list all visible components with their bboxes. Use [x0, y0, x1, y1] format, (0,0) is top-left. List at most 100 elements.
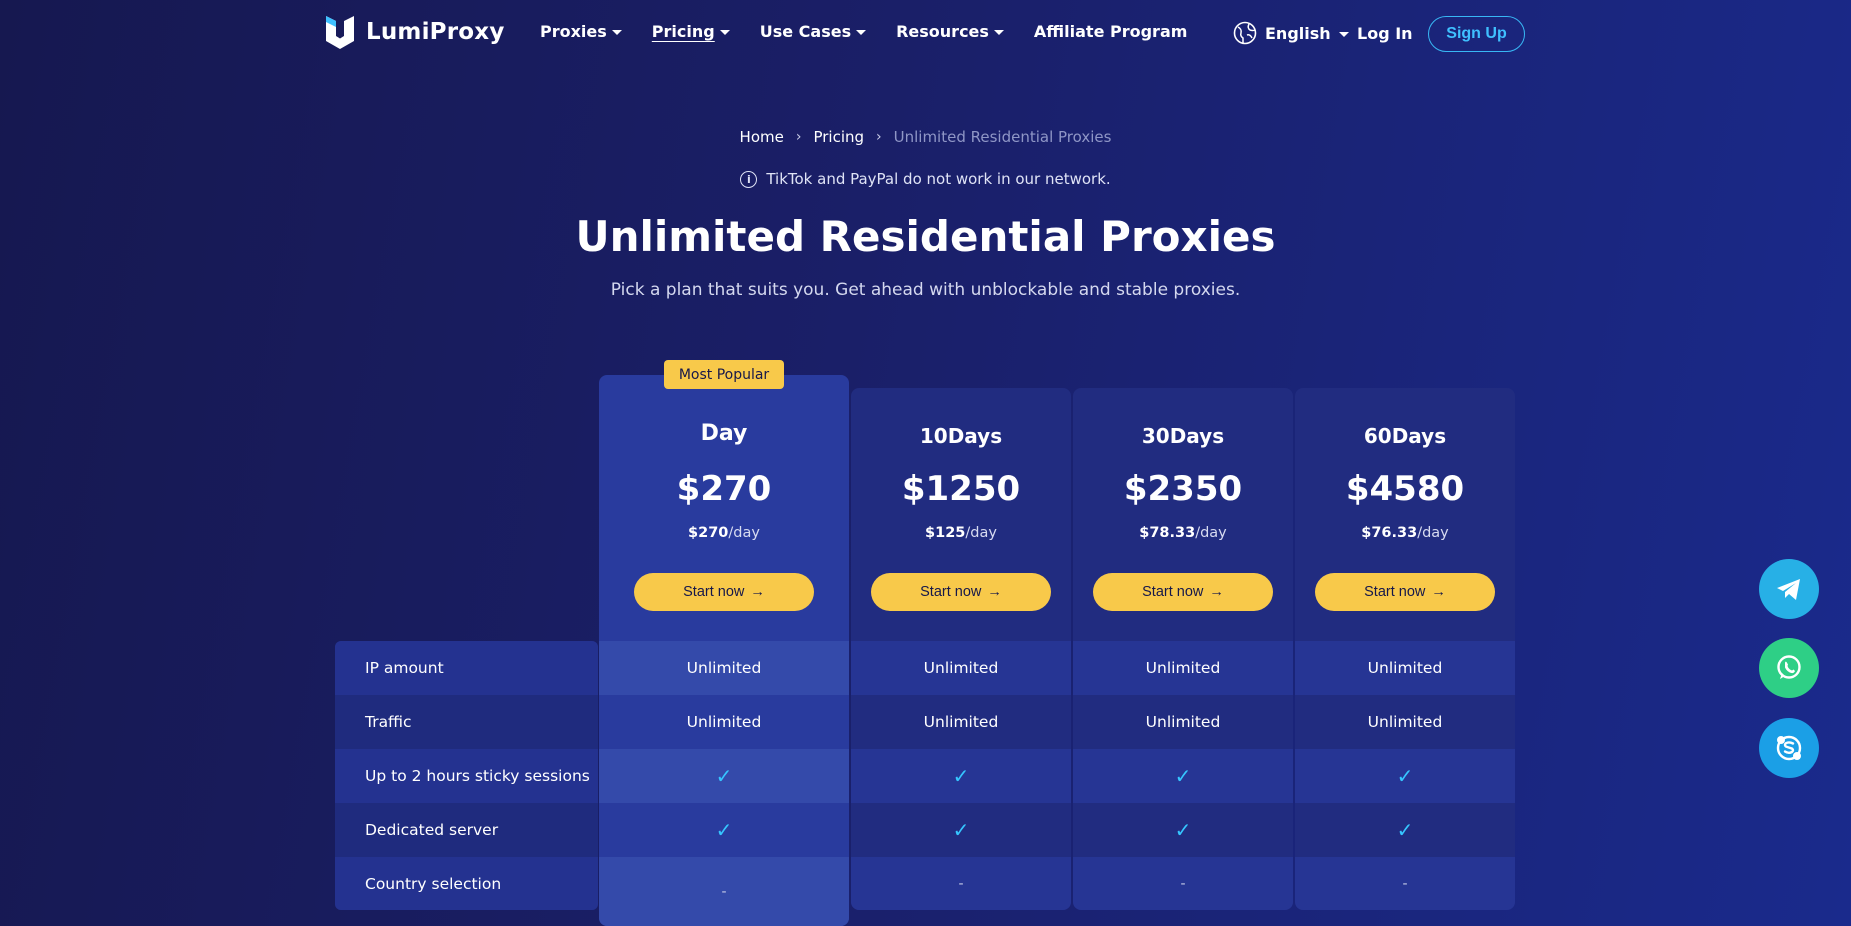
check-icon: ✓: [1174, 764, 1192, 788]
skype-icon: [1776, 735, 1802, 761]
whatsapp-button[interactable]: [1759, 638, 1819, 698]
plan-traffic: Unlimited: [686, 713, 762, 731]
nav-use-cases[interactable]: Use Cases: [759, 22, 867, 41]
info-icon: i: [740, 170, 758, 188]
feature-dedicated-server: Dedicated server: [365, 821, 499, 839]
check-icon: ✓: [715, 818, 733, 842]
plan-name: 10Days: [919, 424, 1003, 448]
check-icon: ✓: [952, 818, 970, 842]
site-header: LumiProxy Proxies Pricing Use Cases Reso…: [0, 0, 1851, 68]
plan-name: 30Days: [1141, 424, 1225, 448]
check-icon: ✓: [1396, 764, 1414, 788]
plan-dedicated-server: ✓: [1295, 803, 1515, 857]
logo-icon: [326, 16, 354, 49]
brand-logo[interactable]: LumiProxy: [324, 14, 505, 50]
plan-price: $270: [676, 469, 772, 509]
breadcrumb: Home › Pricing › Unlimited Residential P…: [0, 128, 1851, 146]
plan-daily-price: $270/day: [688, 525, 760, 541]
chevron-right-icon: ›: [876, 129, 882, 145]
nav-proxies[interactable]: Proxies: [540, 22, 622, 41]
plan-traffic: Unlimited: [1145, 713, 1221, 731]
start-now-button[interactable]: Start now →: [871, 573, 1051, 611]
plan-name: Day: [700, 421, 748, 446]
feature-list: IP amount Traffic Up to 2 hours sticky s…: [335, 641, 598, 910]
skype-button[interactable]: [1759, 718, 1819, 778]
chevron-down-icon: [1338, 31, 1349, 37]
plan-card-day: Day $270 $270/day Start now → Unlimited U…: [599, 375, 849, 926]
check-icon: ✓: [715, 764, 733, 788]
plan-country-selection: -: [1295, 857, 1515, 910]
plan-sticky-sessions: ✓: [1295, 749, 1515, 803]
feature-ip-amount: IP amount: [335, 641, 598, 695]
plan-country-selection: -: [1073, 857, 1293, 910]
plan-card-10days: 10Days $1250 $125/day Start now → Unlimit…: [851, 388, 1071, 910]
nav-resources-label: Resources: [896, 22, 989, 41]
chevron-down-icon: [611, 30, 622, 35]
plan-daily-price: $125/day: [925, 525, 997, 541]
nav-pricing[interactable]: Pricing: [652, 22, 730, 41]
plan-dedicated-server: ✓: [1073, 803, 1293, 857]
page-title: Unlimited Residential Proxies: [575, 212, 1276, 261]
brand-name: LumiProxy: [366, 19, 505, 45]
nav-affiliate-program[interactable]: Affiliate Program: [1034, 22, 1187, 41]
plan-card-30days: 30Days $2350 $78.33/day Start now → Unlim…: [1073, 388, 1293, 910]
chevron-down-icon: [856, 30, 867, 35]
plan-ip-amount: Unlimited: [851, 641, 1071, 695]
main-nav: Proxies Pricing Use Cases Resources Affi…: [540, 22, 1187, 41]
chevron-right-icon: ›: [795, 129, 802, 145]
breadcrumb-pricing[interactable]: Pricing: [813, 128, 864, 146]
plan-name: 60Days: [1363, 424, 1447, 448]
signup-button[interactable]: Sign Up: [1428, 16, 1525, 52]
arrow-right-icon: →: [987, 584, 1002, 600]
feature-traffic: Traffic: [365, 713, 412, 731]
plan-sticky-sessions: ✓: [1073, 749, 1293, 803]
plan-price: $4580: [1345, 469, 1465, 509]
start-now-button[interactable]: Start now →: [634, 573, 814, 611]
plan-country-selection: -: [851, 857, 1071, 910]
whatsapp-icon: [1777, 655, 1801, 679]
breadcrumb-current: Unlimited Residential Proxies: [893, 128, 1112, 146]
arrow-right-icon: →: [1209, 584, 1224, 600]
arrow-right-icon: →: [1431, 584, 1446, 600]
plan-sticky-sessions: ✓: [599, 749, 849, 803]
telegram-icon: [1777, 579, 1800, 600]
plan-ip-amount: Unlimited: [599, 641, 849, 695]
plan-dedicated-server: ✓: [599, 803, 849, 857]
check-icon: ✓: [1174, 818, 1192, 842]
chevron-down-icon: [719, 30, 730, 35]
plan-daily-price: $78.33/day: [1139, 525, 1227, 541]
breadcrumb-home[interactable]: Home: [740, 128, 784, 146]
chevron-down-icon: [993, 30, 1004, 35]
nav-use-cases-label: Use Cases: [759, 22, 852, 41]
plan-price: $1250: [901, 469, 1021, 509]
globe-icon: [1233, 21, 1257, 45]
arrow-right-icon: →: [750, 584, 765, 600]
check-icon: ✓: [952, 764, 970, 788]
network-notice: i TikTok and PayPal do not work in our n…: [0, 170, 1851, 188]
plan-ip-amount: Unlimited: [1295, 641, 1515, 695]
plan-dedicated-server: ✓: [851, 803, 1071, 857]
telegram-button[interactable]: [1759, 559, 1819, 619]
page-subtitle: Pick a plan that suits you. Get ahead wi…: [610, 280, 1241, 300]
nav-resources[interactable]: Resources: [896, 22, 1004, 41]
nav-proxies-label: Proxies: [540, 22, 607, 41]
most-popular-badge: Most Popular: [664, 360, 784, 389]
language-label: English: [1265, 23, 1331, 43]
start-now-button[interactable]: Start now →: [1093, 573, 1273, 611]
plan-sticky-sessions: ✓: [851, 749, 1071, 803]
notice-text: TikTok and PayPal do not work in our net…: [766, 170, 1111, 188]
nav-affiliate-label: Affiliate Program: [1033, 22, 1188, 41]
plan-card-60days: 60Days $4580 $76.33/day Start now → Unlim…: [1295, 388, 1515, 910]
plan-traffic: Unlimited: [1367, 713, 1443, 731]
nav-pricing-label: Pricing: [651, 22, 715, 41]
check-icon: ✓: [1396, 818, 1414, 842]
plan-daily-price: $76.33/day: [1361, 525, 1449, 541]
language-selector[interactable]: English: [1233, 21, 1349, 45]
plan-ip-amount: Unlimited: [1073, 641, 1293, 695]
plan-country-selection: -: [599, 857, 849, 926]
feature-country-selection: Country selection: [335, 857, 598, 910]
feature-sticky-sessions: Up to 2 hours sticky sessions: [335, 749, 598, 803]
start-now-button[interactable]: Start now →: [1315, 573, 1495, 611]
login-link[interactable]: Log In: [1357, 24, 1413, 43]
plan-traffic: Unlimited: [923, 713, 999, 731]
